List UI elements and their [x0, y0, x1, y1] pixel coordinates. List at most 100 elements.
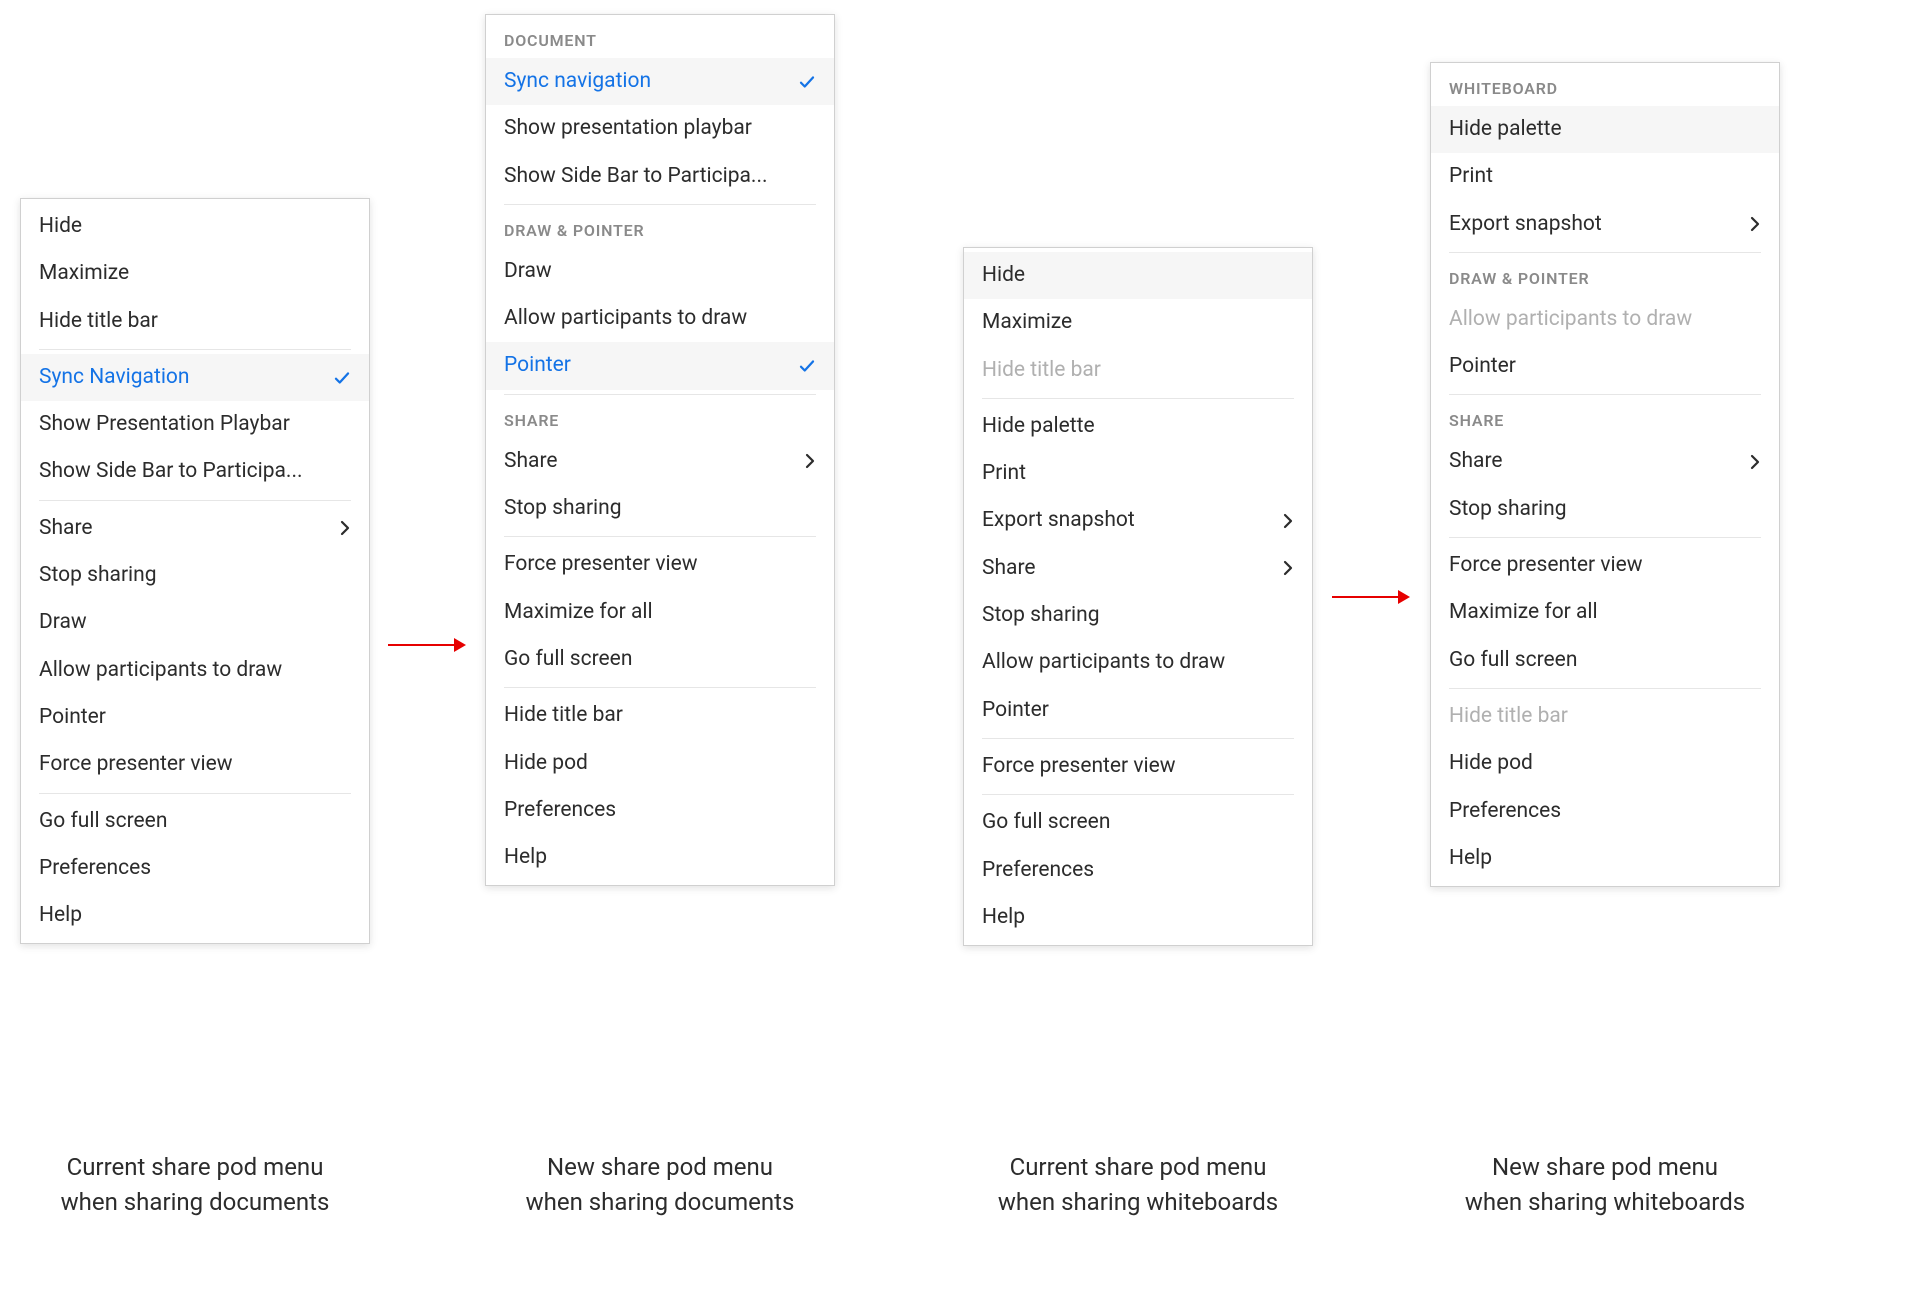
menu-item-label: Hide [39, 213, 82, 240]
menu-item-print[interactable]: Print [1431, 153, 1779, 200]
menu-divider [982, 398, 1294, 399]
menu-item-label: Hide title bar [1449, 703, 1568, 730]
menu-item-show-presentation-playbar[interactable]: Show Presentation Playbar [21, 401, 369, 448]
menu-new-whiteboards: WHITEBOARDHide palettePrintExport snapsh… [1430, 62, 1780, 887]
menu-item-label: Maximize for all [504, 599, 653, 626]
menu-item-stop-sharing[interactable]: Stop sharing [1431, 486, 1779, 533]
menu-item-label: Stop sharing [39, 562, 157, 589]
menu-item-hide-title-bar[interactable]: Hide title bar [486, 692, 834, 739]
menu-item-allow-participants-to-draw: Allow participants to draw [1431, 296, 1779, 343]
menu-item-go-full-screen[interactable]: Go full screen [1431, 637, 1779, 684]
menu-item-show-presentation-playbar[interactable]: Show presentation playbar [486, 105, 834, 152]
menu-divider [504, 394, 816, 395]
menu-item-go-full-screen[interactable]: Go full screen [21, 798, 369, 845]
menu-item-maximize-for-all[interactable]: Maximize for all [1431, 589, 1779, 636]
menu-item-sync-navigation[interactable]: Sync Navigation [21, 354, 369, 401]
menu-item-stop-sharing[interactable]: Stop sharing [964, 592, 1312, 639]
menu-item-force-presenter-view[interactable]: Force presenter view [964, 743, 1312, 790]
menu-current-whiteboards: HideMaximizeHide title barHide palettePr… [963, 247, 1313, 946]
menu-item-preferences[interactable]: Preferences [21, 845, 369, 892]
caption-new-documents: New share pod menuwhen sharing documents [485, 1150, 835, 1220]
menu-item-print[interactable]: Print [964, 450, 1312, 497]
menu-item-draw[interactable]: Draw [21, 599, 369, 646]
menu-item-pointer[interactable]: Pointer [964, 687, 1312, 734]
menu-item-maximize[interactable]: Maximize [21, 250, 369, 297]
menu-item-go-full-screen[interactable]: Go full screen [964, 799, 1312, 846]
menu-section-header-share: SHARE [486, 399, 834, 438]
menu-item-label: Draw [39, 609, 87, 636]
menu-item-force-presenter-view[interactable]: Force presenter view [486, 541, 834, 588]
menu-item-allow-participants-to-draw[interactable]: Allow participants to draw [964, 639, 1312, 686]
menu-item-stop-sharing[interactable]: Stop sharing [21, 552, 369, 599]
menu-item-label: Print [1449, 163, 1493, 190]
menu-item-pointer[interactable]: Pointer [1431, 343, 1779, 390]
menu-item-show-side-bar-to-participa[interactable]: Show Side Bar to Participa... [486, 153, 834, 200]
menu-item-allow-participants-to-draw[interactable]: Allow participants to draw [486, 295, 834, 342]
menu-item-label: Go full screen [1449, 647, 1577, 674]
menu-item-label: Sync navigation [504, 68, 651, 95]
menu-item-label: Hide pod [504, 750, 588, 777]
menu-item-label: Pointer [39, 704, 106, 731]
chevron-right-icon [1749, 453, 1761, 471]
menu-item-label: Show Side Bar to Participa... [39, 458, 303, 485]
menu-item-force-presenter-view[interactable]: Force presenter view [1431, 542, 1779, 589]
menu-item-label: Preferences [982, 857, 1094, 884]
menu-item-help[interactable]: Help [486, 834, 834, 881]
menu-item-maximize-for-all[interactable]: Maximize for all [486, 589, 834, 636]
chevron-right-icon [1282, 512, 1294, 530]
check-icon [798, 357, 816, 375]
chevron-right-icon [339, 519, 351, 537]
menu-item-export-snapshot[interactable]: Export snapshot [964, 497, 1312, 544]
menu-item-hide-title-bar[interactable]: Hide title bar [21, 298, 369, 345]
menu-item-label: Stop sharing [504, 495, 622, 522]
menu-divider [982, 794, 1294, 795]
menu-item-label: Sync Navigation [39, 364, 190, 391]
menu-item-hide-pod[interactable]: Hide pod [1431, 740, 1779, 787]
menu-current-documents: Hide MaximizeHide title bar Sync Navigatio… [20, 198, 370, 944]
menu-item-maximize[interactable]: Maximize [964, 299, 1312, 346]
menu-item-help[interactable]: Help [964, 894, 1312, 941]
chevron-right-icon [1749, 215, 1761, 233]
menu-item-help[interactable]: Help [1431, 835, 1779, 882]
menu-section-header-document: DOCUMENT [486, 19, 834, 58]
check-icon [798, 73, 816, 91]
arrow-icon [388, 635, 468, 655]
menu-item-share[interactable]: Share [964, 545, 1312, 592]
chevron-right-icon [804, 452, 816, 470]
menu-item-hide[interactable]: Hide [21, 203, 369, 250]
menu-item-preferences[interactable]: Preferences [486, 787, 834, 834]
menu-item-hide-title-bar: Hide title bar [1431, 693, 1779, 740]
menu-item-hide-pod[interactable]: Hide pod [486, 740, 834, 787]
menu-item-label: Maximize for all [1449, 599, 1598, 626]
menu-divider [504, 204, 816, 205]
menu-item-label: Hide title bar [504, 702, 623, 729]
menu-item-help[interactable]: Help [21, 892, 369, 939]
menu-item-preferences[interactable]: Preferences [964, 847, 1312, 894]
menu-section-header-share: SHARE [1431, 399, 1779, 438]
menu-item-hide[interactable]: Hide [964, 252, 1312, 299]
menu-item-label: Preferences [504, 797, 616, 824]
menu-item-allow-participants-to-draw[interactable]: Allow participants to draw [21, 647, 369, 694]
menu-item-stop-sharing[interactable]: Stop sharing [486, 485, 834, 532]
menu-item-preferences[interactable]: Preferences [1431, 788, 1779, 835]
menu-item-pointer[interactable]: Pointer [21, 694, 369, 741]
menu-item-force-presenter-view[interactable]: Force presenter view [21, 741, 369, 788]
menu-item-share[interactable]: Share [486, 438, 834, 485]
menu-item-hide-palette[interactable]: Hide palette [964, 403, 1312, 450]
menu-item-share[interactable]: Share [21, 505, 369, 552]
menu-item-export-snapshot[interactable]: Export snapshot [1431, 201, 1779, 248]
menu-item-show-side-bar-to-participa[interactable]: Show Side Bar to Participa... [21, 448, 369, 495]
menu-item-label: Force presenter view [982, 753, 1176, 780]
menu-item-draw[interactable]: Draw [486, 248, 834, 295]
menu-item-label: Force presenter view [39, 751, 233, 778]
menu-item-hide-title-bar: Hide title bar [964, 347, 1312, 394]
caption-current-documents: Current share pod menuwhen sharing docum… [20, 1150, 370, 1220]
menu-item-label: Hide [982, 262, 1025, 289]
menu-item-share[interactable]: Share [1431, 438, 1779, 485]
menu-item-pointer[interactable]: Pointer [486, 342, 834, 389]
menu-item-go-full-screen[interactable]: Go full screen [486, 636, 834, 683]
menu-divider [982, 738, 1294, 739]
menu-item-sync-navigation[interactable]: Sync navigation [486, 58, 834, 105]
menu-item-label: Share [1449, 448, 1503, 475]
menu-item-hide-palette[interactable]: Hide palette [1431, 106, 1779, 153]
